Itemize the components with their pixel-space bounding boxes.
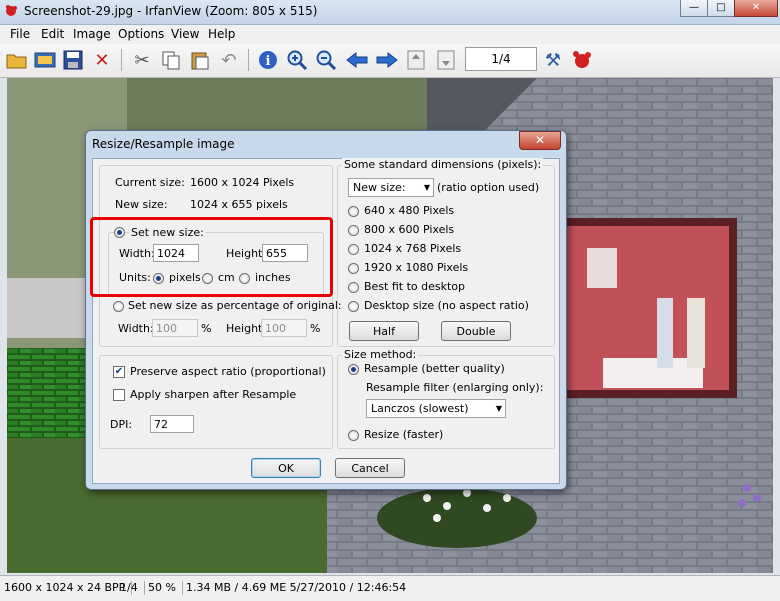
status-dimensions: 1600 x 1024 x 24 BPP <box>4 581 133 595</box>
pct-height-sign: % <box>310 322 321 335</box>
resample-radio[interactable] <box>348 364 359 375</box>
dpi-input[interactable]: 72 <box>150 415 194 433</box>
std-1920-radio[interactable] <box>348 263 359 274</box>
menu-bar: File Edit Image Options View Help <box>0 25 780 44</box>
menu-help[interactable]: Help <box>208 27 235 41</box>
properties-icon[interactable]: ⚒ <box>541 48 565 72</box>
best-fit-radio[interactable] <box>348 282 359 293</box>
current-size-label: Current size: <box>115 176 185 189</box>
previous-file-icon[interactable] <box>404 48 428 72</box>
cut-icon[interactable]: ✂ <box>130 48 154 72</box>
cancel-button[interactable]: Cancel <box>335 458 405 478</box>
save-icon[interactable] <box>61 48 85 72</box>
irfanview-logo-icon[interactable] <box>570 48 594 72</box>
new-size-label: New size: <box>115 198 168 211</box>
title-bar: Screenshot-29.jpg - IrfanView (Zoom: 805… <box>0 0 780 25</box>
maximize-button[interactable]: □ <box>707 0 735 17</box>
apply-sharpen-label: Apply sharpen after Resample <box>130 388 297 401</box>
new-size-value: 1024 x 655 pixels <box>190 198 288 211</box>
std-800-label: 800 x 600 Pixels <box>364 223 455 236</box>
percentage-radio[interactable] <box>113 301 124 312</box>
options-group: ✔ Preserve aspect ratio (proportional) A… <box>99 355 333 449</box>
info-icon[interactable]: i <box>256 48 280 72</box>
window-close-button[interactable]: ✕ <box>734 0 778 17</box>
pct-width-input[interactable]: 100 <box>152 319 198 337</box>
previous-icon[interactable] <box>345 48 369 72</box>
toolbar-separator <box>121 49 122 71</box>
desktop-size-radio[interactable] <box>348 301 359 312</box>
resize-label: Resize (faster) <box>364 428 444 441</box>
resample-label: Resample (better quality) <box>364 362 505 375</box>
std-800-radio[interactable] <box>348 225 359 236</box>
paste-icon[interactable] <box>188 48 212 72</box>
next-icon[interactable] <box>375 48 399 72</box>
undo-icon[interactable]: ↶ <box>217 48 241 72</box>
next-file-icon[interactable] <box>434 48 458 72</box>
desktop-size-label: Desktop size (no aspect ratio) <box>364 299 529 312</box>
red-highlight-box <box>90 217 333 297</box>
resample-filter-label: Resample filter (enlarging only): <box>366 381 544 394</box>
size-method-group: Size method: Resample (better quality) R… <box>337 348 555 449</box>
resize-dialog: Resize/Resample image ✕ Current size: 16… <box>85 130 567 490</box>
delete-icon[interactable]: ✕ <box>90 48 114 72</box>
std-1920-label: 1920 x 1080 Pixels <box>364 261 469 274</box>
ok-button[interactable]: OK <box>251 458 321 478</box>
half-button[interactable]: Half <box>349 321 419 341</box>
dpi-label: DPI: <box>110 418 133 431</box>
std-640-radio[interactable] <box>348 206 359 217</box>
thumbnails-icon[interactable] <box>33 48 57 72</box>
window-title: Screenshot-29.jpg - IrfanView (Zoom: 805… <box>24 4 318 18</box>
svg-text:i: i <box>266 54 271 69</box>
apply-sharpen-checkbox[interactable] <box>113 389 125 401</box>
status-zoom: 50 % <box>148 581 183 595</box>
menu-options[interactable]: Options <box>118 27 164 41</box>
size-method-title: Size method: <box>342 348 419 361</box>
ratio-note: (ratio option used) <box>437 181 540 194</box>
preserve-aspect-label: Preserve aspect ratio (proportional) <box>130 365 326 378</box>
dialog-close-button[interactable]: ✕ <box>519 131 561 150</box>
status-page: 1/4 <box>120 581 145 595</box>
status-file-info: 1.34 MB / 4.69 ME 5/27/2010 / 12:46:54 <box>186 581 407 594</box>
minimize-button[interactable]: — <box>680 0 708 17</box>
menu-view[interactable]: View <box>171 27 199 41</box>
irfanview-app-icon[interactable] <box>4 4 18 18</box>
new-size-select[interactable]: New size: ▼ <box>348 178 434 197</box>
open-folder-icon[interactable] <box>5 48 29 72</box>
standard-dimensions-group: Some standard dimensions (pixels): New s… <box>337 158 555 347</box>
status-bar: 1600 x 1024 x 24 BPP 1/4 50 % 1.34 MB / … <box>0 575 780 601</box>
menu-edit[interactable]: Edit <box>41 27 64 41</box>
std-1024-radio[interactable] <box>348 244 359 255</box>
chevron-down-icon: ▼ <box>423 183 430 192</box>
percentage-label: Set new size as percentage of original: <box>128 299 342 312</box>
pct-width-label: Width: <box>118 322 154 335</box>
preserve-aspect-checkbox[interactable]: ✔ <box>113 366 125 378</box>
copy-icon[interactable] <box>159 48 183 72</box>
zoom-in-icon[interactable] <box>285 48 309 72</box>
std-640-label: 640 x 480 Pixels <box>364 204 455 217</box>
toolbar: ✕ ✂ ↶ i ⚒ <box>0 44 780 78</box>
resample-filter-value: Lanczos (slowest) <box>371 402 469 415</box>
chevron-down-icon: ▼ <box>495 404 502 413</box>
page-counter[interactable]: 1/4 <box>465 47 537 71</box>
toolbar-separator <box>248 49 249 71</box>
zoom-out-icon[interactable] <box>314 48 338 72</box>
resample-filter-select[interactable]: Lanczos (slowest) ▼ <box>366 399 506 418</box>
menu-file[interactable]: File <box>10 27 30 41</box>
std-1024-label: 1024 x 768 Pixels <box>364 242 462 255</box>
double-button[interactable]: Double <box>441 321 511 341</box>
resize-radio[interactable] <box>348 430 359 441</box>
best-fit-label: Best fit to desktop <box>364 280 466 293</box>
standard-dimensions-title: Some standard dimensions (pixels): <box>342 158 544 171</box>
current-size-value: 1600 x 1024 Pixels <box>190 176 295 189</box>
new-size-select-value: New size: <box>353 181 406 194</box>
dialog-title: Resize/Resample image <box>92 137 235 151</box>
dialog-body: Current size: 1600 x 1024 Pixels New siz… <box>92 158 560 484</box>
menu-image[interactable]: Image <box>73 27 111 41</box>
pct-height-input[interactable]: 100 <box>261 319 307 337</box>
pct-width-sign: % <box>201 322 212 335</box>
